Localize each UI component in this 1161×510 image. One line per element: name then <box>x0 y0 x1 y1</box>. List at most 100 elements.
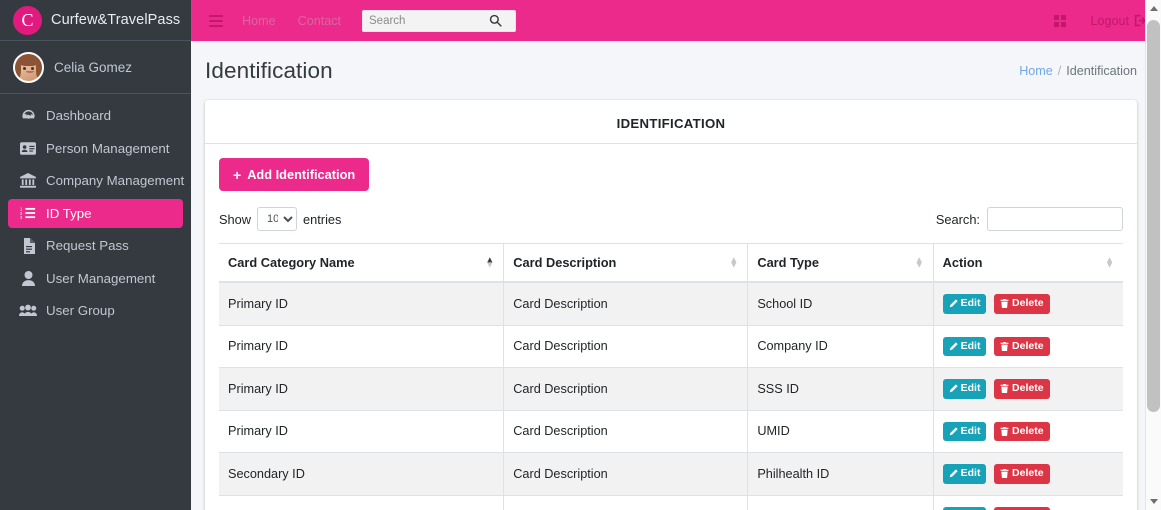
card-header: IDENTIFICATION <box>205 103 1137 144</box>
th-grid-icon[interactable] <box>1054 14 1067 27</box>
delete-label: Delete <box>1012 382 1044 395</box>
sidebar: C Curfew&TravelPass Celia Gomez Dashboar… <box>0 0 191 510</box>
edit-button[interactable]: Edit <box>942 294 987 314</box>
trash-icon <box>1000 299 1009 309</box>
sort-indicator-icon: ▲ ▼ <box>1105 253 1114 270</box>
file-text-icon <box>18 237 38 254</box>
scrollbar-up-arrow-icon[interactable] <box>1146 0 1161 17</box>
column-label: Card Category Name <box>228 255 355 270</box>
table-row: Secondary ID Card Description Postal ID … <box>219 495 1123 510</box>
avatar <box>13 51 44 83</box>
edit-label: Edit <box>960 467 981 480</box>
delete-label: Delete <box>1012 297 1044 309</box>
delete-button[interactable]: Delete <box>994 421 1050 442</box>
sidebar-item-id-type[interactable]: 1 2 3 ID Type <box>8 198 183 228</box>
sidebar-user-panel[interactable]: Celia Gomez <box>0 41 191 94</box>
sidebar-item-label: Request Pass <box>46 238 129 253</box>
svg-text:3: 3 <box>20 215 23 220</box>
card-body: + Add Identification Show 102550100 entr… <box>205 144 1137 510</box>
cell-card-type: Postal ID <box>747 495 934 510</box>
sidebar-item-user-group[interactable]: User Group <box>8 296 183 325</box>
content-wrapper: Identification Home / Identification IDE… <box>191 41 1161 510</box>
sidebar-item-company-management[interactable]: Company Management <box>8 166 185 195</box>
add-identification-button[interactable]: + Add Identification <box>219 158 370 191</box>
breadcrumb: Home / Identification <box>1019 64 1137 78</box>
sort-indicator-icon: ▲ ▼ <box>485 253 495 270</box>
delete-label: Delete <box>1012 424 1044 437</box>
cell-card-category-name: Secondary ID <box>219 495 505 510</box>
hamburger-icon[interactable] <box>201 6 231 36</box>
cell-card-type: UMID <box>747 410 934 454</box>
edit-button[interactable]: Edit <box>942 421 987 442</box>
delete-button[interactable]: Delete <box>994 294 1050 314</box>
edit-button[interactable]: Edit <box>942 464 987 484</box>
bank-icon <box>18 173 38 189</box>
identification-card: IDENTIFICATION + Add Identification Show… <box>205 100 1137 510</box>
navbar-link-contact[interactable]: Contact <box>287 14 352 28</box>
cell-card-description: Card Description <box>503 452 749 496</box>
list-ol-icon: 1 2 3 <box>18 205 38 221</box>
scrollbar-down-arrow-icon[interactable] <box>1146 493 1161 510</box>
cell-card-type: Philhealth ID <box>747 452 934 496</box>
sidebar-brand[interactable]: C Curfew&TravelPass <box>0 0 191 41</box>
table-row: Primary ID Card Description SSS ID Edit <box>219 367 1123 411</box>
navbar-search-input[interactable] <box>369 14 489 27</box>
breadcrumb-current: Identification <box>1066 64 1137 78</box>
delete-button[interactable]: Delete <box>994 464 1050 484</box>
trash-icon <box>1000 426 1009 436</box>
breadcrumb-home[interactable]: Home <box>1019 64 1053 78</box>
cell-action: Edit Delete <box>933 495 1123 510</box>
sidebar-item-request-pass[interactable]: Request Pass <box>8 231 183 260</box>
sidebar-item-person-management[interactable]: Person Management <box>8 134 183 163</box>
cell-card-description: Card Description <box>503 410 749 454</box>
table-row: Primary ID Card Description School ID Ed… <box>219 282 1123 326</box>
table-search-label: Search: <box>935 211 980 227</box>
sidebar-item-label: User Management <box>46 270 156 286</box>
page-length-select[interactable]: 102550100 <box>257 207 298 231</box>
edit-button[interactable]: Edit <box>942 379 987 399</box>
edit-label: Edit <box>960 424 981 437</box>
page-scrollbar[interactable] <box>1145 0 1161 510</box>
table-row: Primary ID Card Description Company ID E… <box>219 325 1123 369</box>
search-icon[interactable] <box>489 14 502 27</box>
navbar-search[interactable] <box>362 9 516 32</box>
top-navbar: Home Contact Logout <box>191 0 1161 41</box>
table-controls: Show 102550100 entries Search: <box>219 207 1123 231</box>
page-length-control: Show 102550100 entries <box>219 207 341 231</box>
show-label: Show <box>219 211 252 227</box>
sidebar-item-label: Company Management <box>46 173 185 188</box>
cell-card-type: School ID <box>747 282 934 326</box>
column-header-card-description[interactable]: Card Description ▲ ▼ <box>503 243 749 283</box>
breadcrumb-separator: / <box>1057 64 1062 78</box>
sidebar-item-dashboard[interactable]: Dashboard <box>8 101 183 130</box>
delete-label: Delete <box>1012 467 1044 480</box>
column-header-card-category-name[interactable]: Card Category Name ▲ ▼ <box>219 243 505 283</box>
sort-indicator-icon: ▲ ▼ <box>914 253 924 270</box>
cell-card-category-name: Secondary ID <box>219 452 505 496</box>
column-label: Action <box>942 255 983 270</box>
cell-card-type: Company ID <box>747 325 934 369</box>
edit-button[interactable]: Edit <box>942 336 987 357</box>
pencil-icon <box>949 469 958 478</box>
scrollbar-thumb[interactable] <box>1147 20 1160 412</box>
sidebar-item-user-management[interactable]: User Management <box>8 264 183 293</box>
column-header-action[interactable]: Action ▲ ▼ <box>933 243 1123 283</box>
table-row: Primary ID Card Description UMID Edit De… <box>219 410 1123 454</box>
cell-card-description: Card Description <box>503 282 749 326</box>
logout-button[interactable]: Logout <box>1090 14 1147 28</box>
navbar-link-home[interactable]: Home <box>231 14 287 28</box>
user-icon <box>18 270 38 286</box>
sidebar-nav: Dashboard Person Management Company Mana… <box>0 94 191 325</box>
add-identification-label: Add Identification <box>247 167 356 182</box>
column-header-card-type[interactable]: Card Type ▲ ▼ <box>747 243 934 283</box>
delete-button[interactable]: Delete <box>994 379 1050 399</box>
table-body: Primary ID Card Description School ID Ed… <box>219 282 1123 510</box>
table-search-input[interactable] <box>987 207 1123 231</box>
id-card-icon <box>18 140 38 156</box>
cell-action: Edit Delete <box>933 367 1123 411</box>
delete-button[interactable]: Delete <box>994 336 1050 357</box>
brand-title: Curfew&TravelPass <box>51 12 181 28</box>
cell-card-category-name: Primary ID <box>219 282 505 326</box>
sidebar-item-label: Person Management <box>46 140 170 156</box>
cell-action: Edit Delete <box>933 452 1123 496</box>
